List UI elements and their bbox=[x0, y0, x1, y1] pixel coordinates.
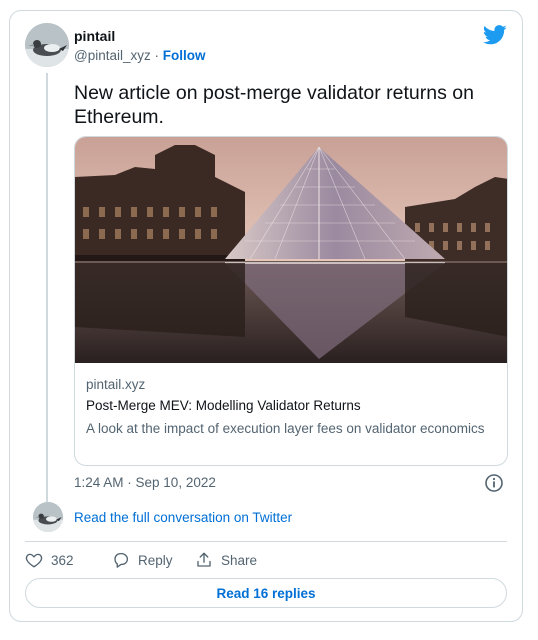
conversation-avatar[interactable] bbox=[33, 502, 63, 532]
author-avatar[interactable] bbox=[25, 23, 69, 67]
tweet-embed-card: pintail @pintail_xyz · Follow New articl… bbox=[9, 10, 523, 622]
reply-label: Reply bbox=[138, 552, 173, 568]
share-button[interactable]: Share bbox=[195, 551, 257, 569]
author-handle[interactable]: @pintail_xyz bbox=[74, 48, 151, 63]
author-name[interactable]: pintail bbox=[74, 28, 115, 44]
heart-icon bbox=[25, 553, 43, 568]
thread-line bbox=[46, 73, 48, 503]
tweet-text: New article on post-merge validator retu… bbox=[74, 82, 474, 128]
divider bbox=[25, 541, 507, 542]
duck-avatar-image bbox=[33, 502, 63, 532]
reply-button[interactable]: Reply bbox=[112, 551, 173, 569]
like-button[interactable]: 362 bbox=[25, 551, 74, 569]
tweet-timestamp[interactable]: 1:24 AM · Sep 10, 2022 bbox=[74, 475, 216, 490]
louvre-pyramid-image bbox=[75, 137, 507, 363]
twitter-bird-icon[interactable] bbox=[483, 25, 507, 45]
read-full-conversation-link[interactable]: Read the full conversation on Twitter bbox=[74, 510, 292, 525]
info-icon[interactable] bbox=[484, 473, 504, 493]
link-card-domain: pintail.xyz bbox=[86, 377, 146, 392]
like-count: 362 bbox=[51, 552, 74, 568]
read-replies-button[interactable]: Read 16 replies bbox=[25, 578, 507, 608]
link-card-description: A look at the impact of execution layer … bbox=[86, 421, 485, 436]
follow-link[interactable]: Follow bbox=[163, 48, 206, 63]
link-card-title: Post-Merge MEV: Modelling Validator Retu… bbox=[86, 398, 361, 413]
link-preview-card[interactable]: pintail.xyz Post-Merge MEV: Modelling Va… bbox=[74, 136, 508, 466]
share-label: Share bbox=[221, 552, 258, 568]
share-icon bbox=[197, 552, 211, 567]
reply-icon bbox=[114, 552, 129, 568]
handle-separator: · bbox=[154, 48, 160, 63]
author-handle-row: @pintail_xyz · Follow bbox=[74, 48, 206, 63]
duck-avatar-image bbox=[25, 23, 69, 67]
